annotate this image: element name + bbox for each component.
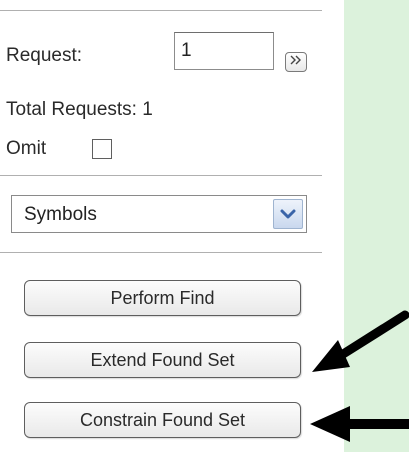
lower-divider <box>0 252 322 253</box>
symbols-dropdown[interactable]: Symbols <box>11 195 307 233</box>
omit-label: Omit <box>6 138 47 159</box>
omit-checkbox[interactable] <box>92 139 112 159</box>
double-chevron-right-icon <box>289 53 303 71</box>
request-label: Request: <box>6 45 83 66</box>
request-number-input[interactable] <box>174 32 274 70</box>
next-request-button[interactable] <box>285 52 307 72</box>
find-panel: Request: Total Requests: 1 Omit Symbols … <box>0 0 344 452</box>
extend-found-set-button[interactable]: Extend Found Set <box>24 342 301 378</box>
total-requests-label: Total Requests: 1 <box>6 99 153 120</box>
middle-divider <box>0 175 322 176</box>
symbols-dropdown-value: Symbols <box>24 204 97 225</box>
chevron-down-icon[interactable] <box>273 199 303 229</box>
perform-find-button[interactable]: Perform Find <box>24 280 301 316</box>
constrain-found-set-button[interactable]: Constrain Found Set <box>24 402 301 438</box>
top-divider <box>0 10 322 11</box>
